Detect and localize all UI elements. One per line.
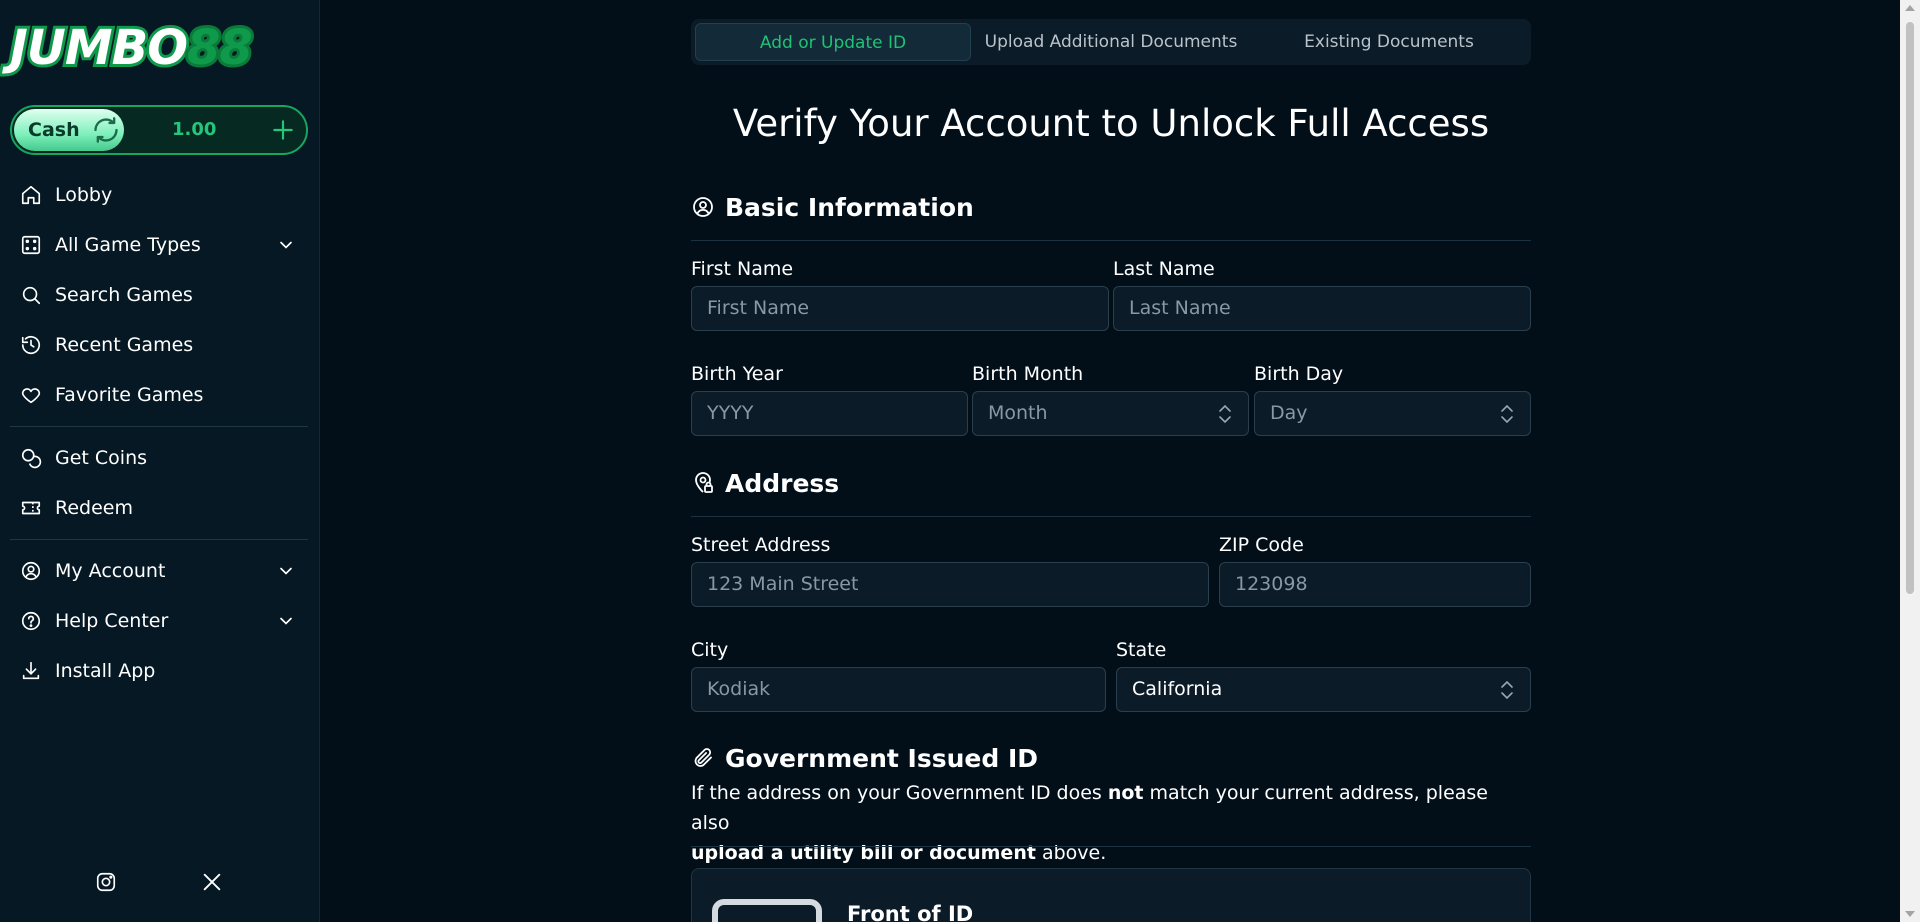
sidebar-item-recent-games[interactable]: Recent Games [10,320,308,370]
street-address-field[interactable]: 123 Main Street [691,562,1209,607]
wallet-balance: 1.00 [172,119,217,140]
location-pin-icon [695,472,713,493]
section-title: Address [725,468,840,498]
select-arrows-icon [1501,404,1513,424]
x-icon[interactable] [201,871,223,893]
nav-divider [10,539,308,540]
coins-icon [21,448,42,469]
id-card-icon [712,899,822,922]
sidebar-item-label: Search Games [55,284,193,306]
sidebar-item-label: My Account [55,560,166,582]
sidebar-item-get-coins[interactable]: Get Coins [10,433,308,483]
chevron-down-icon[interactable] [276,611,296,631]
sidebar-item-redeem[interactable]: Redeem [10,483,308,533]
birth-month-select[interactable]: Month [972,391,1249,436]
birth-year-field[interactable]: YYYY [691,391,968,436]
currency-label: Cash [28,119,80,141]
help-icon [21,611,41,631]
paperclip-icon [694,748,712,767]
chevron-down-icon[interactable] [276,561,296,581]
add-funds-icon[interactable] [270,117,296,143]
nav-divider [10,426,308,427]
birth-year-label: Birth Year [691,363,783,385]
city-field[interactable]: Kodiak [691,667,1106,712]
birth-month-label: Birth Month [972,363,1084,385]
sidebar-nav: Lobby All Game Types Search Games Recent… [10,170,308,696]
sidebar-item-install-app[interactable]: Install App [10,646,308,696]
birth-day-value: Day [1270,402,1308,424]
last-name-label: Last Name [1113,258,1215,280]
section-title: Basic Information [725,192,974,222]
birth-day-label: Birth Day [1254,363,1344,385]
sidebar-item-label: Get Coins [55,447,148,469]
sidebar-item-label: Lobby [55,184,113,206]
page-scrollbar[interactable] [1900,0,1920,922]
sidebar-item-search-games[interactable]: Search Games [10,270,308,320]
tab-upload-additional-documents[interactable]: Upload Additional Documents [971,23,1251,61]
sidebar-item-lobby[interactable]: Lobby [10,170,308,220]
first-name-label: First Name [691,258,794,280]
search-icon [22,286,41,305]
street-address-label: Street Address [691,534,831,556]
currency-toggle-button[interactable]: Cash [14,109,124,151]
sidebar-item-help-center[interactable]: Help Center [10,596,308,646]
sidebar-item-label: Help Center [55,610,169,632]
address-mismatch-note: If the address on your Government ID doe… [691,782,1488,864]
scroll-down-arrow-icon[interactable] [1905,911,1915,917]
state-select[interactable]: California [1116,667,1531,712]
section-basic-information: Basic Information [691,190,1531,241]
dice-icon [21,235,41,255]
tab-add-or-update-id[interactable]: Add or Update ID [695,23,971,61]
scrollbar-thumb[interactable] [1906,22,1914,594]
sidebar-item-all-game-types[interactable]: All Game Types [10,220,308,270]
birth-day-select[interactable]: Day [1254,391,1531,436]
birth-month-value: Month [988,402,1048,424]
sidebar-item-label: Recent Games [55,334,194,356]
heart-icon [21,388,41,404]
download-icon [22,661,40,680]
front-of-id-title: Front of ID [847,902,974,922]
sidebar-item-label: Favorite Games [55,384,204,406]
document-tabs: Add or Update ID Upload Additional Docum… [691,19,1531,65]
select-arrows-icon [1219,404,1231,424]
chevron-down-icon[interactable] [276,235,296,255]
brand-logo[interactable]: JUMBO88 [7,16,310,80]
main-content: Add or Update ID Upload Additional Docum… [320,0,1900,922]
zip-code-field[interactable]: 123098 [1219,562,1531,607]
home-icon [21,185,41,205]
sidebar-item-label: Install App [55,660,156,682]
select-arrows-icon [1501,680,1513,700]
refresh-icon [93,117,118,143]
sidebar-item-favorite-games[interactable]: Favorite Games [10,370,308,420]
ticket-icon [21,501,41,515]
first-name-field[interactable]: First Name [691,286,1109,331]
logo-wordmark: JUMBO88 [7,17,256,79]
section-title: Government Issued ID [725,743,1039,773]
history-icon [21,336,41,355]
zip-code-label: ZIP Code [1219,534,1304,556]
tab-existing-documents[interactable]: Existing Documents [1251,23,1527,61]
section-divider [691,846,1531,847]
sidebar-item-label: All Game Types [55,234,201,256]
last-name-field[interactable]: Last Name [1113,286,1531,331]
sidebar: JUMBO88 Cash 1.00 Lobby All Game Types S… [0,0,320,922]
app-root: JUMBO88 Cash 1.00 Lobby All Game Types S… [0,0,1920,922]
section-government-id: Government Issued ID [691,741,1531,775]
instagram-icon[interactable] [95,871,117,893]
user-circle-icon [693,197,713,217]
state-label: State [1116,639,1167,661]
user-circle-icon [21,561,41,581]
page-title: Verify Your Account to Unlock Full Acces… [732,102,1490,145]
city-label: City [691,639,729,661]
scroll-up-arrow-icon[interactable] [1905,5,1915,11]
social-links [0,868,320,896]
front-of-id-upload-card[interactable]: Front of ID [691,868,1531,922]
section-address: Address [691,466,1531,517]
sidebar-item-my-account[interactable]: My Account [10,546,308,596]
sidebar-item-label: Redeem [55,497,133,519]
wallet-widget: Cash 1.00 [10,105,308,155]
state-value: California [1132,678,1223,700]
